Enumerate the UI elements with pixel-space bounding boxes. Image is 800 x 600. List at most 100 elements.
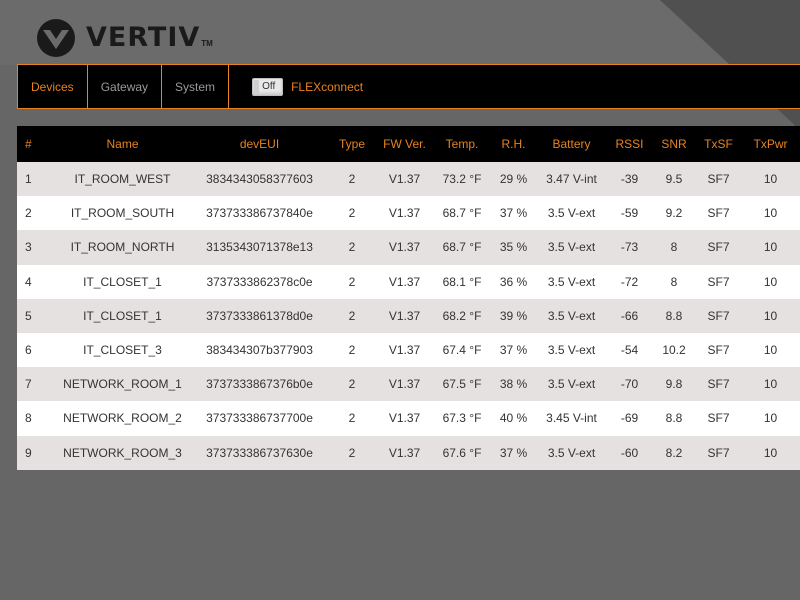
- cell-name: IT_ROOM_NORTH: [70, 240, 175, 255]
- cell-battery: 3.5 V-ext: [547, 445, 596, 460]
- brand-logo: VERTIV TM: [36, 18, 213, 58]
- cell-fw-version: V1.37: [388, 411, 421, 426]
- cell-index: 1: [25, 172, 32, 187]
- cell-snr: 8.8: [665, 308, 683, 323]
- cell-txsf: SF7: [707, 206, 730, 221]
- table-row[interactable]: 1 IT_ROOM_WEST 3834343058377603 2 V1.37 73.2 …: [17, 162, 800, 197]
- flexconnect-toggle[interactable]: Off: [252, 77, 284, 96]
- cell-battery: 3.45 V-int: [546, 411, 597, 426]
- cell-index: 4: [25, 274, 32, 289]
- column-header-fw-version: FW Ver.: [383, 137, 426, 151]
- column-header-battery: Battery: [552, 137, 591, 151]
- app-page: VERTIV TM Devices Gateway System Off FLE…: [0, 0, 800, 600]
- cell-rssi: -70: [620, 377, 639, 392]
- cell-deveui: 373733386737630e: [206, 445, 313, 460]
- cell-name: IT_ROOM_SOUTH: [70, 206, 175, 221]
- header: VERTIV TM: [0, 0, 800, 130]
- cell-txpwr: 10: [763, 377, 778, 392]
- cell-rssi: -69: [620, 411, 639, 426]
- cell-index: 3: [25, 240, 32, 255]
- cell-fw-version: V1.37: [388, 206, 421, 221]
- cell-deveui: 373733386737700e: [206, 411, 313, 426]
- cell-humidity: 29 %: [499, 172, 528, 187]
- cell-battery: 3.5 V-ext: [547, 343, 596, 358]
- table-row[interactable]: 2 IT_ROOM_SOUTH 373733386737840e 2 V1.37 68.7…: [17, 196, 800, 231]
- cell-deveui: 383434307b377903: [206, 343, 313, 358]
- cell-temperature: 67.6 °F: [442, 445, 482, 460]
- cell-index: 8: [25, 411, 32, 426]
- table-row[interactable]: 4 IT_CLOSET_1 3737333862378c0e 2 V1.37 68.1 °…: [17, 264, 800, 299]
- column-header-deveui: devEUI: [239, 137, 280, 151]
- table-row[interactable]: 7 NETWORK_ROOM_1 3737333867376b0e 2 V1.37 67.…: [17, 367, 800, 402]
- cell-type: 2: [348, 377, 356, 392]
- column-header-txpwr: TxPwr: [753, 137, 788, 151]
- cell-battery: 3.5 V-ext: [547, 308, 596, 323]
- cell-fw-version: V1.37: [388, 274, 421, 289]
- cell-humidity: 39 %: [499, 308, 528, 323]
- column-header-type: Type: [338, 137, 365, 151]
- cell-type: 2: [348, 343, 356, 358]
- cell-txsf: SF7: [707, 240, 730, 255]
- cell-fw-version: V1.37: [388, 377, 421, 392]
- column-header-txsf: TxSF: [704, 137, 733, 151]
- table-row[interactable]: 9 NETWORK_ROOM_3 373733386737630e 2 V1.37 67.…: [17, 435, 800, 470]
- cell-rssi: -66: [620, 308, 639, 323]
- flexconnect-control: Off FLEXconnect: [252, 65, 363, 108]
- cell-deveui: 373733386737840e: [206, 206, 313, 221]
- cell-temperature: 73.2 °F: [442, 172, 482, 187]
- cell-deveui: 3737333862378c0e: [206, 274, 313, 289]
- flexconnect-label: FLEXconnect: [291, 79, 364, 94]
- vertiv-logo-icon: [37, 19, 75, 57]
- cell-snr: 9.5: [665, 172, 683, 187]
- cell-snr: 8: [670, 240, 678, 255]
- cell-temperature: 68.1 °F: [442, 274, 482, 289]
- brand-name: VERTIV: [86, 22, 201, 53]
- cell-rssi: -54: [620, 343, 639, 358]
- cell-txsf: SF7: [707, 377, 730, 392]
- cell-rssi: -60: [620, 445, 639, 460]
- cell-txsf: SF7: [707, 343, 730, 358]
- tab-devices[interactable]: Devices: [18, 65, 88, 108]
- column-header-humidity: R.H.: [501, 137, 526, 151]
- cell-type: 2: [348, 411, 356, 426]
- table-row[interactable]: 8 NETWORK_ROOM_2 373733386737700e 2 V1.37 67.…: [17, 401, 800, 436]
- table-row[interactable]: 3 IT_ROOM_NORTH 3135343071378e13 2 V1.37 68.7…: [17, 230, 800, 265]
- cell-txsf: SF7: [707, 274, 730, 289]
- cell-txpwr: 10: [763, 206, 778, 221]
- table-row[interactable]: 5 IT_CLOSET_1 3737333861378d0e 2 V1.37 68.2 °…: [17, 298, 800, 333]
- tab-gateway[interactable]: Gateway: [88, 65, 163, 108]
- cell-humidity: 40 %: [499, 411, 528, 426]
- cell-snr: 10.2: [662, 343, 686, 358]
- tab-devices-label: Devices: [31, 79, 74, 94]
- cell-battery: 3.5 V-ext: [547, 240, 596, 255]
- cell-name: IT_CLOSET_1: [83, 274, 162, 289]
- cell-rssi: -73: [620, 240, 639, 255]
- cell-fw-version: V1.37: [388, 172, 421, 187]
- cell-type: 2: [348, 274, 356, 289]
- cell-txsf: SF7: [707, 308, 730, 323]
- cell-temperature: 67.5 °F: [442, 377, 482, 392]
- cell-name: IT_CLOSET_3: [83, 343, 162, 358]
- tab-system[interactable]: System: [162, 65, 230, 108]
- cell-name: IT_CLOSET_1: [83, 308, 162, 323]
- cell-index: 2: [25, 206, 32, 221]
- cell-rssi: -72: [620, 274, 639, 289]
- cell-snr: 9.2: [665, 206, 683, 221]
- cell-txpwr: 10: [763, 411, 778, 426]
- column-header-temperature: Temp.: [445, 137, 479, 151]
- brand-trademark: TM: [201, 39, 213, 48]
- cell-txsf: SF7: [707, 445, 730, 460]
- tab-system-label: System: [175, 79, 216, 94]
- table-row[interactable]: 6 IT_CLOSET_3 383434307b377903 2 V1.37 67.4 °…: [17, 332, 800, 368]
- cell-snr: 9.8: [665, 377, 683, 392]
- column-header-rssi: RSSI: [615, 137, 644, 151]
- cell-fw-version: V1.37: [388, 343, 421, 358]
- cell-fw-version: V1.37: [388, 308, 421, 323]
- cell-temperature: 68.7 °F: [442, 240, 482, 255]
- cell-battery: 3.5 V-ext: [547, 274, 596, 289]
- cell-txpwr: 10: [763, 445, 778, 460]
- cell-temperature: 68.2 °F: [442, 308, 482, 323]
- cell-humidity: 37 %: [499, 445, 528, 460]
- cell-battery: 3.5 V-ext: [547, 377, 596, 392]
- cell-deveui: 3737333861378d0e: [206, 308, 313, 323]
